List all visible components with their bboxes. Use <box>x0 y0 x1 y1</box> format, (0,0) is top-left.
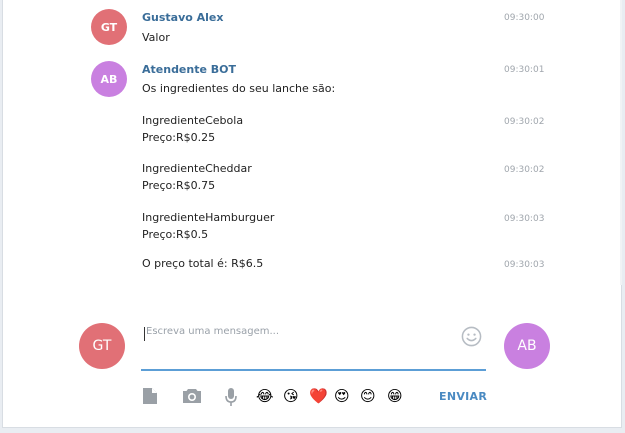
microphone-icon[interactable] <box>224 387 238 407</box>
avatar-bot: AB <box>91 61 127 97</box>
ingredient-message: IngredienteCebola Preço:R$0.25 <box>142 114 244 144</box>
emoji-grin-icon[interactable]: 😁 <box>387 386 403 406</box>
emoji-heart-eyes-icon[interactable]: 😍 <box>334 386 350 406</box>
scrollbar[interactable] <box>620 0 622 285</box>
text-caret <box>144 327 145 341</box>
ingredient-message: IngredienteCheddar Preço:R$0.75 <box>142 162 252 192</box>
sender-name[interactable]: Gustavo Alex <box>142 11 224 24</box>
emoji-picker-icon[interactable] <box>461 326 482 347</box>
sender-name[interactable]: Atendente BOT <box>142 63 236 76</box>
total-price-message: O preço total é: R$6.5 <box>142 257 264 270</box>
message-text: Valor <box>142 31 170 44</box>
message-time: 09:30:03 <box>504 214 545 224</box>
emoji-smile-icon[interactable]: 😊 <box>360 386 376 406</box>
message-time: 09:30:00 <box>504 13 545 23</box>
emoji-heart-icon[interactable]: ❤️ <box>309 386 328 406</box>
message-time: 09:30:02 <box>504 117 545 127</box>
send-button[interactable]: ENVIAR <box>439 390 487 403</box>
emoji-laughing-icon[interactable]: 😂 <box>256 386 274 406</box>
avatar-gustavo: GT <box>91 9 127 45</box>
ingredient-message: IngredienteHamburguer Preço:R$0.5 <box>142 211 275 241</box>
message-input[interactable]: Escreva uma mensagem... <box>141 321 486 371</box>
message-text: Os ingredientes do seu lanche são: <box>142 82 336 95</box>
message-time: 09:30:02 <box>504 165 545 175</box>
attach-file-icon[interactable] <box>142 387 158 405</box>
user-avatar: GT <box>79 323 125 369</box>
peer-avatar: AB <box>504 323 550 369</box>
message-time: 09:30:01 <box>504 65 545 75</box>
emoji-kiss-icon[interactable]: 😘 <box>283 386 299 406</box>
input-placeholder: Escreva uma mensagem... <box>146 326 280 337</box>
message-time: 09:30:03 <box>504 260 545 270</box>
camera-icon[interactable] <box>182 387 202 404</box>
